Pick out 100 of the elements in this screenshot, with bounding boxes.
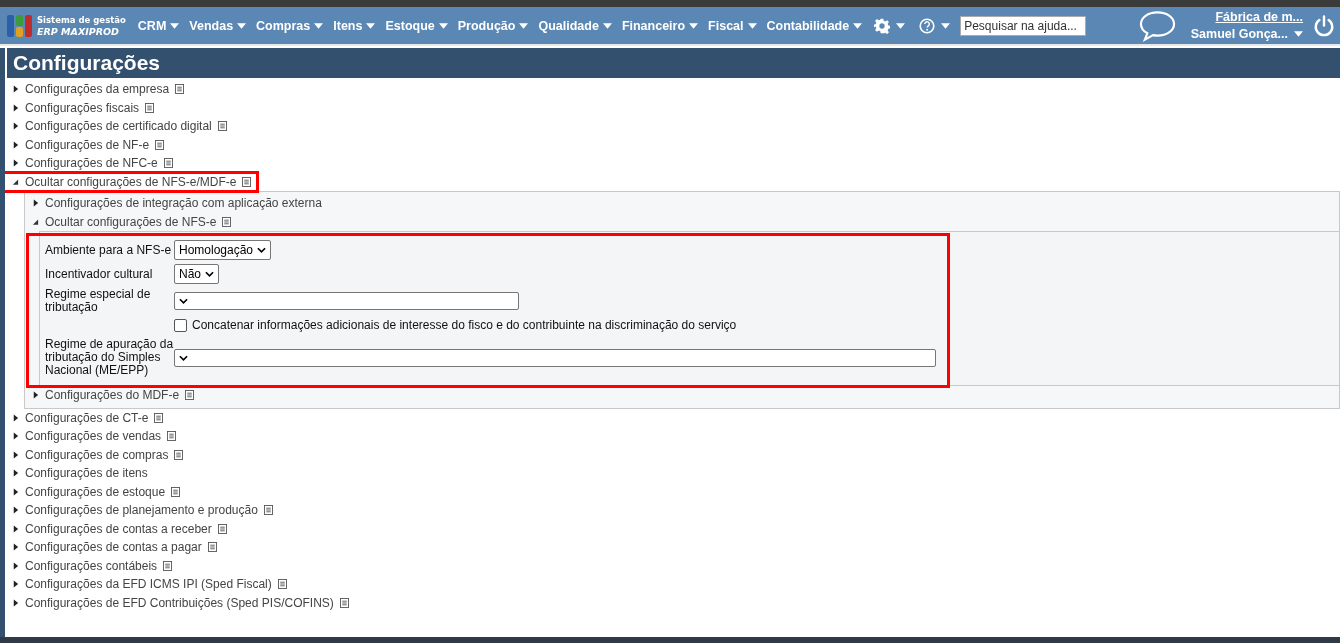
help-icon[interactable] (919, 17, 936, 34)
collapsed-triangle-icon[interactable] (12, 413, 19, 422)
collapsed-triangle-icon[interactable] (32, 199, 39, 208)
document-icon[interactable] (154, 412, 164, 423)
menu-item[interactable]: Qualidade (538, 18, 612, 33)
menu-item[interactable]: Itens (333, 18, 376, 33)
caret-icon[interactable] (1294, 31, 1303, 37)
menu-item[interactable]: Produção (457, 18, 529, 33)
power-icon[interactable] (1313, 14, 1335, 37)
section-link[interactable]: Configurações de NFC-e (25, 156, 158, 171)
document-icon[interactable] (171, 486, 181, 497)
menu-item[interactable]: Vendas (189, 18, 247, 33)
section-link[interactable]: Configurações contábeis (25, 558, 158, 573)
document-icon[interactable] (175, 84, 185, 95)
menu-item[interactable]: CRM (137, 18, 180, 33)
collapsed-triangle-icon[interactable] (12, 506, 19, 515)
checkbox[interactable] (174, 318, 187, 332)
collapsed-triangle-icon[interactable] (12, 159, 19, 168)
section-link[interactable]: Configurações de contas a pagar (25, 540, 202, 555)
document-icon[interactable] (217, 121, 227, 132)
document-icon[interactable] (155, 139, 165, 150)
company-link[interactable]: Fábrica de m... (1215, 8, 1303, 26)
select-field[interactable]: Homologação (174, 240, 272, 260)
chat-bubble-icon[interactable] (1138, 9, 1176, 42)
document-icon[interactable] (163, 560, 173, 571)
menu-item[interactable]: Fiscal (708, 18, 757, 33)
select-field[interactable] (174, 292, 519, 310)
logo-name: ERP MAXIPROD (37, 25, 120, 37)
document-icon[interactable] (242, 176, 252, 187)
caret-icon[interactable] (896, 22, 906, 29)
collapsed-triangle-icon[interactable] (12, 450, 19, 459)
document-icon[interactable] (167, 431, 177, 442)
select-field[interactable] (174, 348, 936, 367)
collapsed-triangle-icon[interactable] (12, 140, 19, 149)
caret-icon[interactable] (438, 22, 448, 29)
caret-icon[interactable] (519, 22, 529, 29)
caret-icon[interactable] (237, 22, 247, 29)
caret-icon[interactable] (941, 22, 951, 29)
select-field[interactable]: Não (174, 264, 219, 284)
document-icon[interactable] (207, 542, 217, 553)
section-link[interactable]: Configurações de contas a receber (25, 521, 212, 536)
document-icon[interactable] (277, 579, 287, 590)
caret-icon[interactable] (747, 22, 757, 29)
document-icon[interactable] (222, 216, 232, 227)
document-icon[interactable] (339, 597, 349, 608)
document-icon[interactable] (163, 158, 173, 169)
section-link[interactable]: Configurações de planejamento e produção (25, 503, 258, 518)
document-icon[interactable] (185, 390, 195, 401)
expanded-triangle-icon[interactable] (32, 217, 39, 226)
collapsed-triangle-icon[interactable] (12, 487, 19, 496)
caret-icon[interactable] (314, 22, 324, 29)
search-field[interactable]: Pesquisar na ajuda... (960, 15, 1087, 36)
section-link[interactable]: Ocultar configurações de NFS-e (45, 214, 217, 229)
chevron-icon[interactable] (179, 354, 188, 361)
expanded-triangle-icon[interactable] (12, 177, 19, 186)
settings-icon[interactable] (874, 17, 891, 34)
caret-icon[interactable] (170, 22, 180, 29)
collapsed-triangle-icon[interactable] (12, 543, 19, 552)
menu-item[interactable]: Contabilidade (766, 18, 863, 33)
collapsed-triangle-icon[interactable] (12, 598, 19, 607)
collapsed-triangle-icon[interactable] (12, 561, 19, 570)
caret-icon[interactable] (689, 22, 699, 29)
menu-item[interactable]: Financeiro (621, 18, 699, 33)
caret-icon[interactable] (366, 22, 376, 29)
section-link[interactable]: Configurações de certificado digital (25, 119, 212, 134)
section-link[interactable]: Configurações de estoque (25, 484, 166, 499)
document-icon[interactable] (217, 523, 227, 534)
section-link[interactable]: Configurações de EFD Contribuições (Sped PIS/COFINS) (25, 595, 334, 610)
section-link[interactable]: Configurações fiscais (25, 100, 140, 115)
section-link[interactable]: Configurações de integração com aplicação externa (45, 196, 322, 211)
section-link[interactable]: Configurações do MDF-e (45, 388, 180, 403)
logo-caption: Sistema de gestão (37, 14, 126, 26)
section-link[interactable]: Configurações de CT-e (25, 410, 149, 425)
caret-icon[interactable] (602, 22, 612, 29)
chevron-icon[interactable] (257, 247, 267, 253)
section-link[interactable]: Configurações da EFD ICMS IPI (Sped Fiscal) (25, 577, 272, 592)
section-link[interactable]: Configurações da empresa (25, 82, 170, 97)
chevron-icon[interactable] (179, 298, 188, 304)
menu-item[interactable]: Compras (256, 18, 324, 33)
collapsed-triangle-icon[interactable] (12, 469, 19, 478)
section-link[interactable]: Configurações de NF-e (25, 137, 150, 152)
collapsed-triangle-icon[interactable] (12, 103, 19, 112)
collapsed-triangle-icon[interactable] (12, 85, 19, 94)
collapsed-triangle-icon[interactable] (12, 122, 19, 131)
document-icon[interactable] (145, 102, 155, 113)
menu-item[interactable]: Estoque (385, 18, 448, 33)
collapsed-triangle-icon[interactable] (12, 432, 19, 441)
document-icon[interactable] (263, 505, 273, 516)
user-menu[interactable]: Samuel Gonça... (1190, 25, 1288, 43)
chevron-icon[interactable] (205, 271, 214, 277)
section-link[interactable]: Ocultar configurações de NFS-e/MDF-e (25, 174, 237, 189)
section-link[interactable]: Configurações de compras (25, 447, 169, 462)
section-link[interactable]: Configurações de itens (25, 466, 148, 481)
section-link[interactable]: Configurações de vendas (25, 429, 162, 444)
field-label: Regime especial de tributação (45, 288, 152, 314)
collapsed-triangle-icon[interactable] (32, 391, 39, 400)
collapsed-triangle-icon[interactable] (12, 524, 19, 533)
document-icon[interactable] (174, 449, 184, 460)
collapsed-triangle-icon[interactable] (12, 580, 19, 589)
caret-icon[interactable] (853, 22, 863, 29)
